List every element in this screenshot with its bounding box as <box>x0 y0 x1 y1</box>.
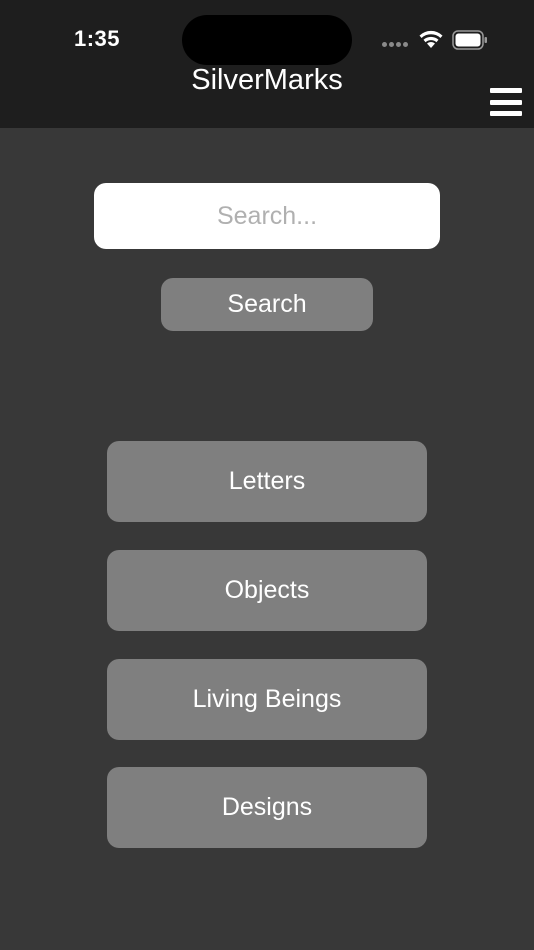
category-designs-button[interactable]: Designs <box>107 767 427 848</box>
category-letters-button[interactable]: Letters <box>107 441 427 522</box>
page-title: SilverMarks <box>191 64 343 96</box>
battery-icon <box>452 30 487 50</box>
search-button[interactable]: Search <box>161 278 373 331</box>
cellular-signal-icon <box>382 42 410 48</box>
hamburger-menu-icon[interactable] <box>490 88 522 116</box>
category-objects-button[interactable]: Objects <box>107 550 427 631</box>
top-bar: 1:35 SilverMarks <box>0 0 534 128</box>
category-living-beings-button[interactable]: Living Beings <box>107 659 427 740</box>
wifi-icon <box>419 30 443 48</box>
app-screen: 1:35 SilverMarks Search Letters Objects … <box>0 0 534 950</box>
status-time: 1:35 <box>74 26 121 51</box>
dynamic-island <box>182 15 352 65</box>
search-input[interactable] <box>94 183 440 249</box>
